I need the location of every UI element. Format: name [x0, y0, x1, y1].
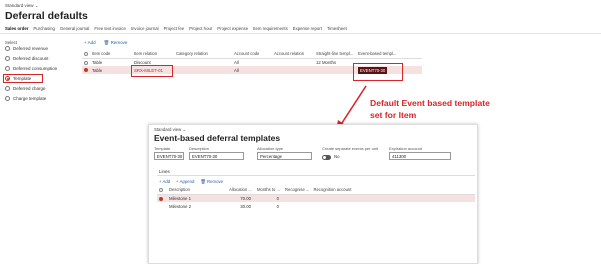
account-code-cell[interactable]: All: [232, 66, 272, 74]
expiration-account-field[interactable]: 411300: [389, 152, 451, 160]
radio-deferred-discount[interactable]: Deferred discount: [5, 56, 49, 61]
column-header[interactable]: Description: [167, 186, 227, 195]
tabs-divider: [0, 33, 601, 34]
template-highlight-box: [3, 74, 43, 83]
recognise-cell[interactable]: [283, 202, 311, 210]
months-cell[interactable]: 0: [255, 194, 283, 202]
inset-page-title: Event-based deferral templates: [154, 133, 281, 143]
straight-line-cell[interactable]: [314, 66, 356, 74]
category-relation-cell[interactable]: [174, 66, 232, 74]
lines-append-button[interactable]: + Append: [176, 179, 194, 185]
lines-divider: [157, 175, 475, 176]
lines-add-button[interactable]: + Add: [159, 179, 170, 185]
table-row-selected[interactable]: Milestone 1 70.00 0: [157, 194, 475, 202]
lines-section-label: Lines: [159, 169, 170, 174]
item-code-cell[interactable]: Table: [90, 58, 132, 66]
radio-icon: [5, 66, 10, 71]
item-relation-highlight-box: [131, 65, 173, 77]
radio-icon: [5, 56, 10, 61]
column-header[interactable]: Account relation: [272, 50, 314, 59]
radio-deferred-revenue[interactable]: Deferred revenue: [5, 46, 48, 51]
grid-header-row: Item code Item relation Category relatio…: [82, 50, 422, 59]
column-header[interactable]: Item relation: [132, 50, 174, 59]
radio-charge-template[interactable]: Charge template: [5, 96, 46, 101]
account-relation-cell[interactable]: [272, 66, 314, 74]
account-code-cell[interactable]: All: [232, 58, 272, 66]
allocation-cell[interactable]: 70.00: [227, 194, 255, 202]
page-title: Deferral defaults: [5, 10, 88, 22]
lines-grid: Description Allocation ... Months to ...…: [157, 186, 475, 210]
expiration-account-label: Expiration account: [389, 146, 422, 151]
straight-line-cell[interactable]: 12 Months: [314, 58, 356, 66]
allocation-type-label: Allocation type: [257, 146, 284, 151]
row-select-cell[interactable]: [82, 66, 90, 74]
radio-icon: [5, 96, 10, 101]
description-cell[interactable]: Milestone 2: [167, 202, 227, 210]
radio-deferred-consumption[interactable]: Deferred consumption: [5, 66, 57, 71]
separate-events-label: Create separate events per unit: [322, 146, 379, 151]
row-select-icon: [84, 60, 88, 65]
add-button[interactable]: + Add: [84, 40, 96, 46]
recognise-cell[interactable]: [283, 194, 312, 202]
description-field-label: Description: [189, 146, 210, 151]
radio-label: Charge template: [13, 96, 47, 101]
table-row[interactable]: Milestone 2 30.00 0: [157, 202, 475, 210]
recognition-account-cell[interactable]: [311, 202, 475, 210]
row-selected-icon: [84, 68, 88, 73]
radio-label: Deferred consumption: [13, 66, 58, 71]
description-cell[interactable]: Milestone 1: [167, 194, 227, 202]
months-cell[interactable]: 0: [255, 202, 283, 210]
radio-icon: [5, 86, 10, 91]
column-header[interactable]: Recognition account: [311, 186, 475, 195]
select-header: Select: [5, 40, 17, 45]
column-header[interactable]: Event-based templ...: [356, 50, 422, 59]
row-select-cell[interactable]: [157, 194, 167, 202]
separate-events-value: No: [334, 154, 340, 159]
event-template-value[interactable]: EVENT70-30: [358, 67, 388, 74]
grid-toolbar: + Add 🗑 Remove: [84, 40, 127, 46]
item-code-cell[interactable]: Table: [90, 66, 132, 74]
annotation-line-1: Default Event based template: [370, 98, 490, 108]
allocation-type-select[interactable]: Percentage: [257, 152, 312, 160]
annotation-line-2: set for Item: [370, 110, 417, 120]
lines-select-header[interactable]: [157, 186, 167, 195]
column-header[interactable]: Account code: [232, 50, 272, 59]
radio-icon: [5, 46, 10, 51]
recognition-account-cell[interactable]: [311, 194, 475, 202]
remove-button[interactable]: 🗑 Remove: [104, 40, 128, 46]
account-relation-cell[interactable]: [272, 58, 314, 66]
column-header[interactable]: Item code: [90, 50, 132, 59]
radio-label: Deferred revenue: [13, 46, 49, 51]
lines-remove-button[interactable]: 🗑 Remove: [200, 179, 223, 185]
view-selector[interactable]: Standard view ⌄: [5, 3, 39, 9]
category-relation-cell[interactable]: [174, 58, 232, 66]
row-select-cell[interactable]: [157, 202, 167, 210]
row-select-cell[interactable]: [82, 58, 90, 66]
column-header[interactable]: Months to ...: [255, 186, 283, 195]
column-header[interactable]: Allocation ...: [227, 186, 255, 195]
separate-events-toggle[interactable]: [322, 155, 331, 160]
column-header[interactable]: Recognise ...: [283, 186, 312, 195]
template-field-label: Template: [154, 146, 171, 151]
allocation-cell[interactable]: 30.00: [227, 202, 255, 210]
radio-deferred-charge[interactable]: Deferred charge: [5, 86, 46, 91]
template-field[interactable]: EVENT70-30: [154, 152, 184, 160]
column-header[interactable]: Straight-line templ...: [314, 50, 356, 59]
lines-toolbar: + Add + Append 🗑 Remove: [159, 179, 223, 185]
radio-label: Deferred charge: [13, 86, 46, 91]
select-column-header[interactable]: [82, 50, 90, 59]
select-all-icon: [159, 188, 163, 193]
event-based-templates-panel: Standard view ⌄ Event-based deferral tem…: [148, 124, 478, 264]
select-all-icon: [84, 52, 88, 57]
radio-label: Deferred discount: [13, 56, 49, 61]
column-header[interactable]: Category relation: [174, 50, 232, 59]
annotation-callout: Default Event based template set for Ite…: [370, 97, 530, 121]
lines-header-row: Description Allocation ... Months to ...…: [157, 186, 475, 195]
description-field[interactable]: EVENT70-30: [189, 152, 244, 160]
row-selected-icon: [159, 196, 163, 201]
